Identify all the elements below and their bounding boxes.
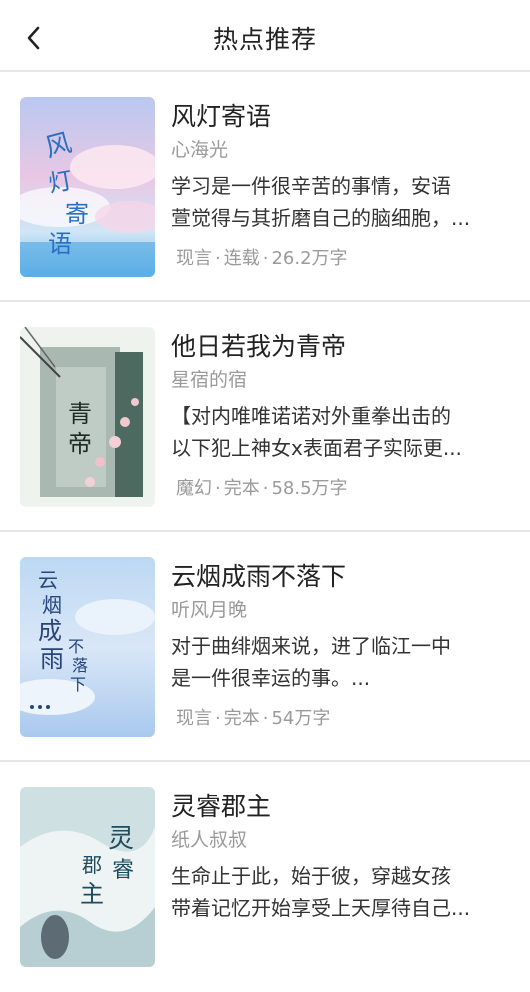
svg-text:灯: 灯 [46, 166, 74, 198]
book-cover[interactable]: 灵 睿 郡 主 [20, 787, 155, 967]
book-title[interactable]: 灵睿郡主 [171, 790, 510, 824]
book-description: 对于曲绯烟来说，进了临江一中 是一件很幸运的事。... [171, 634, 451, 690]
svg-text:落: 落 [72, 656, 88, 675]
book-meta: 现言 · 完本 · 54万字 [176, 708, 331, 729]
book-status: 完本 [223, 708, 260, 729]
cover-illustration: 青 帝 [20, 327, 155, 507]
cover-illustration: 风 灯 寄 语 [20, 97, 155, 277]
book-category: 现言 [176, 708, 212, 729]
top-bar: 热点推荐 [0, 0, 530, 72]
book-title[interactable]: 风灯寄语 [171, 100, 510, 134]
book-description: 学习是一件很辛苦的事情，安语 萱觉得与其折磨自己的脑细胞，... [171, 174, 471, 230]
book-list: 风 灯 寄 语 风灯寄语 心海光 学习是一件很辛苦的事情，安语 萱觉得与其折磨自… [0, 72, 530, 992]
svg-text:下: 下 [70, 675, 86, 694]
svg-text:成: 成 [38, 617, 62, 645]
svg-text:寄: 寄 [65, 200, 89, 228]
cover-illustration: 灵 睿 郡 主 [20, 787, 155, 967]
book-meta: 现言 · 连载 · 26.2万字 [176, 248, 348, 269]
svg-text:不: 不 [68, 637, 84, 656]
cover-illustration: 云 烟 成 雨 不 落 下 [20, 557, 155, 737]
book-author: 星宿的宿 [171, 369, 248, 391]
book-word-count: 54万字 [271, 708, 331, 729]
book-word-count: 58.5万字 [271, 478, 348, 499]
book-category: 魔幻 [176, 478, 212, 499]
book-description: 生命止于此，始于彼，穿越女孩 带着记忆开始享受上天厚待自己... [171, 864, 471, 920]
book-item[interactable]: 风 灯 寄 语 风灯寄语 心海光 学习是一件很辛苦的事情，安语 萱觉得与其折磨自… [0, 72, 530, 302]
book-title[interactable]: 云烟成雨不落下 [171, 560, 510, 594]
book-status: 完本 [223, 478, 260, 499]
book-category: 现言 [176, 248, 212, 269]
svg-text:雨: 雨 [40, 645, 64, 673]
svg-text:郡: 郡 [82, 853, 102, 877]
book-author: 纸人叔叔 [171, 829, 248, 851]
page-title: 热点推荐 [212, 25, 317, 54]
book-author: 心海光 [171, 139, 229, 161]
svg-text:帝: 帝 [68, 430, 92, 458]
svg-text:烟: 烟 [42, 593, 62, 617]
book-cover[interactable]: 风 灯 寄 语 [20, 97, 155, 277]
book-cover[interactable]: 云 烟 成 雨 不 落 下 [20, 557, 155, 737]
book-author: 听风月晚 [171, 599, 248, 621]
book-cover[interactable]: 青 帝 [20, 327, 155, 507]
svg-text:青: 青 [68, 400, 92, 428]
book-meta: 魔幻 · 完本 · 58.5万字 [176, 478, 348, 499]
svg-text:语: 语 [48, 230, 72, 258]
svg-text:灵: 灵 [108, 824, 134, 854]
book-title[interactable]: 他日若我为青帝 [171, 330, 510, 364]
book-description: 【对内唯唯诺诺对外重拳出击的 以下犯上神女x表面君子实际更... [171, 404, 462, 460]
book-item[interactable]: 灵 睿 郡 主 灵睿郡主 纸人叔叔 生命止于此，始于彼，穿越女孩 带着记忆开始享… [0, 762, 530, 992]
book-item[interactable]: 云 烟 成 雨 不 落 下 云烟成雨不落下 听风月晚 对于曲绯烟来说，进了临江一… [0, 532, 530, 762]
svg-text:主: 主 [80, 880, 104, 908]
svg-text:云: 云 [38, 568, 58, 592]
svg-text:睿: 睿 [112, 858, 134, 883]
book-item[interactable]: 青 帝 他日若我为青帝 星宿的宿 【对内唯唯诺诺对外重拳出击的 以下犯上神女x表… [0, 302, 530, 532]
book-status: 连载 [223, 248, 260, 269]
book-word-count: 26.2万字 [271, 248, 348, 269]
